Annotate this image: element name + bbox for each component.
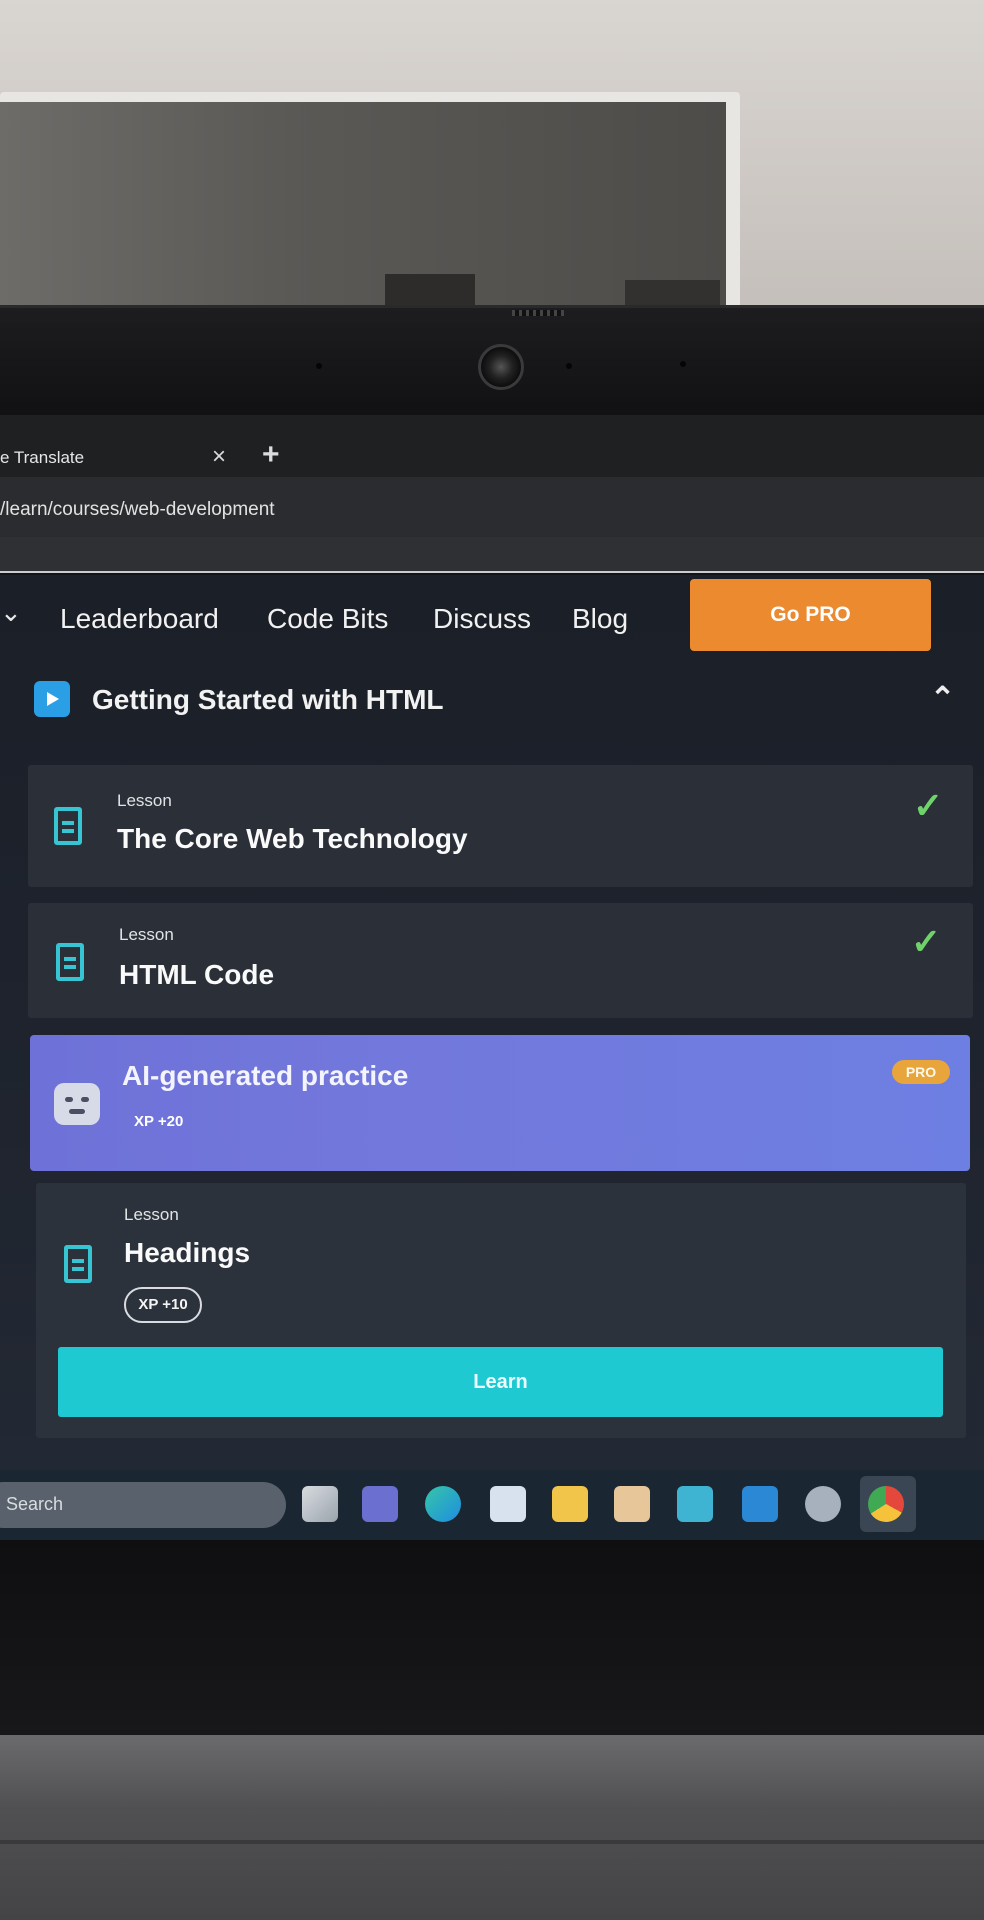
- sensor-dot: [316, 363, 322, 369]
- chrome-icon[interactable]: [868, 1486, 904, 1522]
- background-object: [625, 280, 720, 308]
- ai-practice-card[interactable]: AI-generated practice XP +20 PRO: [30, 1035, 970, 1171]
- edge-icon[interactable]: [425, 1486, 461, 1522]
- tv-screen: [0, 102, 726, 317]
- sensor-dot: [680, 361, 686, 367]
- task-view-icon[interactable]: [302, 1486, 338, 1522]
- laptop-screen: e Translate × + /learn/courses/web-devel…: [0, 415, 984, 1540]
- lesson-title: HTML Code: [119, 959, 275, 990]
- taskbar-search[interactable]: Search: [0, 1482, 286, 1528]
- url-text[interactable]: /learn/courses/web-development: [0, 499, 275, 521]
- tab-close-icon[interactable]: ×: [212, 443, 226, 471]
- os-taskbar: Search: [0, 1470, 984, 1540]
- check-icon: ✓: [911, 921, 942, 962]
- store-icon[interactable]: [614, 1486, 650, 1522]
- laptop-bezel-bottom: [0, 1540, 984, 1740]
- camera-grille: [512, 310, 564, 316]
- laptop-base: [0, 1735, 984, 1920]
- trello-icon[interactable]: [742, 1486, 778, 1522]
- background-object: [385, 274, 475, 308]
- nav-discuss[interactable]: Discuss: [433, 603, 531, 635]
- widgets-icon[interactable]: [490, 1486, 526, 1522]
- mail-icon[interactable]: [677, 1486, 713, 1522]
- browser-tab-bar: e Translate × +: [0, 415, 984, 477]
- document-icon: [64, 1245, 94, 1285]
- webcam-icon: [478, 344, 524, 390]
- xp-badge: XP +20: [134, 1113, 184, 1130]
- teams-icon[interactable]: [362, 1486, 398, 1522]
- laptop-hinge-line: [0, 1840, 984, 1844]
- go-pro-button[interactable]: Go PRO: [690, 579, 931, 651]
- nav-code-bits[interactable]: Code Bits: [267, 603, 388, 635]
- new-tab-icon[interactable]: +: [262, 438, 280, 472]
- browser-tab-title[interactable]: e Translate: [0, 448, 84, 468]
- top-nav: ⌄ Leaderboard Code Bits Discuss Blog Go …: [0, 575, 984, 657]
- sensor-dot: [566, 363, 572, 369]
- chevron-up-icon[interactable]: ⌃: [930, 681, 955, 716]
- play-icon: [34, 681, 70, 717]
- nav-blog[interactable]: Blog: [572, 603, 628, 635]
- document-icon: [54, 807, 84, 847]
- lesson-title: The Core Web Technology: [117, 823, 468, 854]
- lesson-card[interactable]: Lesson The Core Web Technology ✓: [28, 765, 973, 887]
- module-header[interactable]: Getting Started with HTML ⌃: [0, 667, 984, 733]
- module-title: Getting Started with HTML: [92, 684, 444, 715]
- lesson-kicker: Lesson: [119, 925, 174, 944]
- nav-leaderboard[interactable]: Leaderboard: [60, 603, 219, 635]
- robot-icon: [54, 1083, 100, 1125]
- check-icon: ✓: [913, 785, 944, 826]
- address-bar[interactable]: /learn/courses/web-development: [0, 477, 984, 537]
- search-placeholder: Search: [6, 1494, 64, 1514]
- lesson-kicker: Lesson: [117, 791, 172, 810]
- bookmarks-bar: [0, 537, 984, 573]
- document-icon: [56, 943, 86, 983]
- ai-practice-title: AI-generated practice: [122, 1060, 409, 1091]
- learn-button[interactable]: Learn: [58, 1347, 943, 1417]
- xp-badge: XP +10: [124, 1287, 202, 1323]
- pro-badge: PRO: [892, 1060, 950, 1084]
- discord-icon[interactable]: [805, 1486, 841, 1522]
- chevron-down-icon[interactable]: ⌄: [0, 597, 22, 628]
- lesson-kicker: Lesson: [124, 1205, 179, 1224]
- current-lesson-card[interactable]: Lesson Headings XP +10 Learn: [36, 1183, 966, 1438]
- lesson-card[interactable]: Lesson HTML Code ✓: [28, 903, 973, 1018]
- app-content: ⌄ Leaderboard Code Bits Discuss Blog Go …: [0, 575, 984, 1480]
- file-explorer-icon[interactable]: [552, 1486, 588, 1522]
- lesson-title: Headings: [124, 1237, 251, 1268]
